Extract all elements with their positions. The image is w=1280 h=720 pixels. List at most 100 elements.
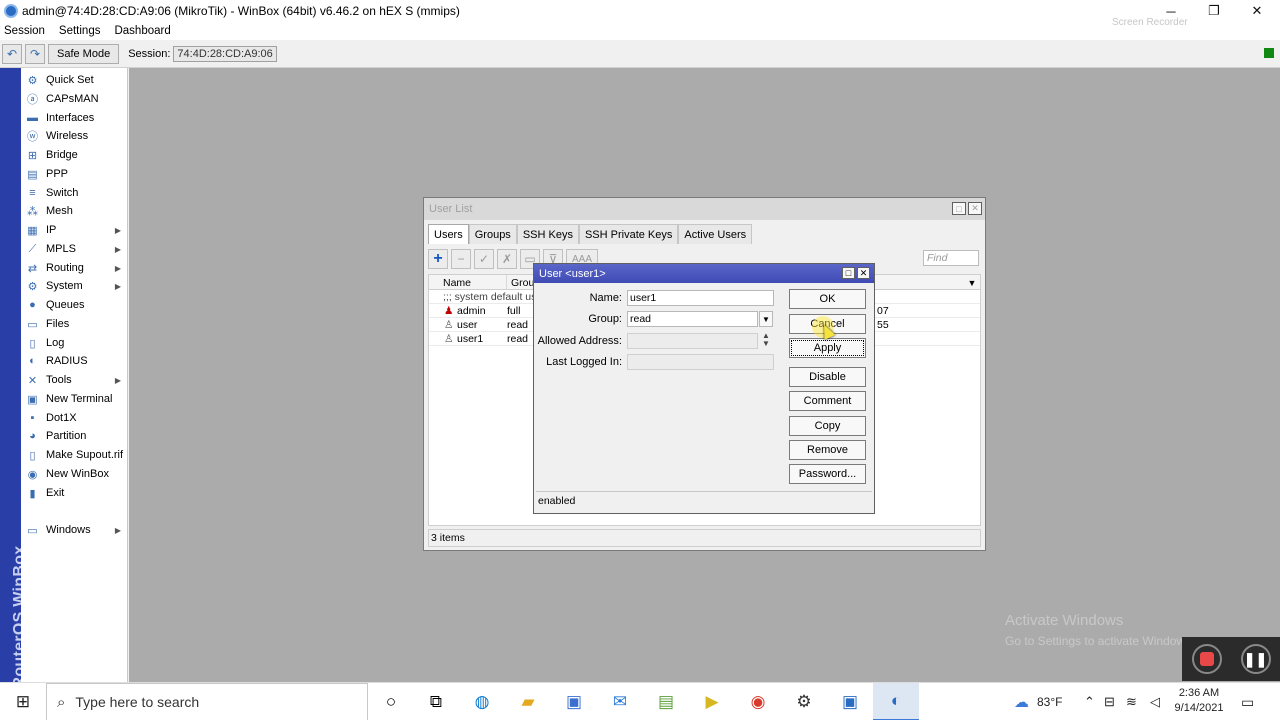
restore-button[interactable]: ❐	[1191, 0, 1237, 22]
close-icon[interactable]: ✕	[968, 202, 982, 215]
submenu-arrow-icon: ▶	[114, 225, 121, 235]
sidebar-item-mesh[interactable]: ⁂ Mesh	[21, 202, 127, 220]
disable-button[interactable]: Disable	[789, 367, 866, 387]
recorder-controls: ❚❚	[1182, 637, 1280, 681]
tab-ssh-private-keys[interactable]: SSH Private Keys	[578, 224, 679, 244]
sidebar-item-ip[interactable]: ▦ IP ▶	[21, 221, 127, 239]
volume-icon[interactable]: ◁	[1150, 683, 1160, 720]
chrome-icon[interactable]: ◉	[735, 683, 781, 720]
maximize-icon[interactable]: □	[842, 267, 855, 279]
submenu-arrow-icon: ▶	[114, 525, 121, 535]
edge-icon[interactable]: ◍	[459, 683, 505, 720]
weather-widget[interactable]: ☁ 83°F	[1014, 683, 1062, 720]
wifi-icon[interactable]: ≋	[1126, 683, 1137, 720]
sidebar-item-dot1x[interactable]: ▪ Dot1X	[21, 409, 127, 427]
copy-button[interactable]: Copy	[789, 416, 866, 436]
sidebar-item-radius[interactable]: ◐ RADIUS	[21, 352, 127, 370]
sidebar-item-make-supout-rif[interactable]: ▯ Make Supout.rif	[21, 446, 127, 464]
cloud-icon: ☁	[1014, 694, 1029, 711]
sidebar-item-quick-set[interactable]: ⚙ Quick Set	[21, 71, 127, 89]
menu-session[interactable]: Session	[4, 25, 45, 37]
sidebar-item-system[interactable]: ⚙ System ▶	[21, 277, 127, 295]
interfaces-icon: ▬	[27, 112, 38, 124]
sidebar-item-routing[interactable]: ⇄ Routing ▶	[21, 259, 127, 277]
sidebar-item-new-winbox[interactable]: ◉ New WinBox	[21, 465, 127, 483]
winbox-taskbar-icon[interactable]: ◐	[873, 683, 919, 720]
sidebar-item-interfaces[interactable]: ▬ Interfaces	[21, 109, 127, 127]
routing-icon: ⇄	[27, 262, 38, 275]
undo-button[interactable]: ↶	[2, 43, 22, 64]
comment-button[interactable]: Comment	[789, 391, 866, 411]
allowed-address-input[interactable]	[627, 333, 758, 349]
stop-recording-button[interactable]	[1191, 644, 1222, 674]
menu-dashboard[interactable]: Dashboard	[114, 25, 170, 37]
title-bar: admin@74:4D:28:CD:A9:06 (MikroTik) - Win…	[0, 0, 1280, 22]
sidebar-item-wireless[interactable]: ⓦ Wireless	[21, 127, 127, 145]
sidebar-item-switch[interactable]: ≡ Switch	[21, 184, 127, 202]
user-dialog-titlebar[interactable]: User <user1> □ ✕	[534, 264, 874, 283]
find-input[interactable]: Find	[923, 250, 979, 266]
submenu-arrow-icon: ▶	[114, 244, 121, 254]
group-dropdown-icon[interactable]: ▼	[759, 311, 773, 327]
sidebar-item-label: Dot1X	[46, 412, 77, 424]
sidebar-item-tools[interactable]: ✕ Tools ▶	[21, 371, 127, 389]
terminal-app-icon[interactable]: ▣	[827, 683, 873, 720]
user-list-titlebar[interactable]: User List □ ✕	[424, 198, 985, 220]
disable-icon[interactable]: ✗	[497, 249, 517, 269]
columns-dropdown-icon[interactable]: ▼	[964, 275, 980, 290]
menu-settings[interactable]: Settings	[59, 25, 101, 37]
add-icon[interactable]: +	[428, 249, 448, 269]
sidebar-item-exit[interactable]: ▮ Exit	[21, 484, 127, 502]
remove-button[interactable]: Remove	[789, 440, 866, 460]
apply-button[interactable]: Apply	[789, 338, 866, 358]
exit-icon: ▮	[29, 487, 36, 500]
pause-recording-button[interactable]: ❚❚	[1240, 644, 1271, 674]
safe-mode-button[interactable]: Safe Mode	[48, 43, 120, 64]
row-name: user1	[457, 333, 484, 345]
sidebar-item-label: Quick Set	[46, 74, 94, 86]
sidebar-item-files[interactable]: ▭ Files	[21, 315, 127, 333]
sidebar-item-bridge[interactable]: ⊞ Bridge	[21, 146, 127, 164]
sidebar-item-new-terminal[interactable]: ▣ New Terminal	[21, 390, 127, 408]
sidebar-item-log[interactable]: ▯ Log	[21, 334, 127, 352]
tab-active-users[interactable]: Active Users	[678, 224, 753, 244]
tab-users[interactable]: Users	[428, 224, 469, 244]
player-icon[interactable]: ▶	[689, 683, 735, 720]
sidebar-item-mpls[interactable]: ⟋ MPLS ▶	[21, 240, 127, 258]
store-icon[interactable]: ▣	[551, 683, 597, 720]
maximize-icon[interactable]: □	[952, 202, 966, 215]
column-name[interactable]: Name	[439, 275, 507, 290]
taskbar-search[interactable]: ⌕ Type here to search	[46, 683, 368, 720]
remove-icon[interactable]: −	[451, 249, 471, 269]
tab-ssh-keys[interactable]: SSH Keys	[516, 224, 579, 244]
image-app-icon[interactable]: ▤	[643, 683, 689, 720]
close-icon[interactable]: ✕	[857, 267, 870, 279]
allowed-address-stepper-icon[interactable]: ▲ ▼	[762, 332, 770, 348]
sidebar-item-label: New WinBox	[46, 468, 109, 480]
name-input[interactable]: user1	[627, 290, 774, 306]
cortana-icon[interactable]: ○	[368, 683, 414, 720]
tray-chevron-icon[interactable]: ⌃	[1084, 683, 1095, 720]
ppp-icon: ▤	[27, 168, 38, 181]
redo-button[interactable]: ↷	[25, 43, 45, 64]
tab-groups[interactable]: Groups	[468, 224, 517, 244]
network-icon[interactable]: ⊟	[1104, 683, 1115, 720]
sidebar-item-capsman[interactable]: ⓐ CAPsMAN	[21, 90, 127, 108]
group-select[interactable]: read	[627, 311, 758, 327]
wireless-icon: ⓦ	[27, 131, 38, 143]
mail-icon[interactable]: ✉	[597, 683, 643, 720]
sidebar-item-queues[interactable]: ● Queues	[21, 296, 127, 314]
ok-button[interactable]: OK	[789, 289, 866, 309]
clock[interactable]: 2:36 AM 9/14/2021	[1168, 686, 1230, 716]
enable-icon[interactable]: ✓	[474, 249, 494, 269]
file-explorer-icon[interactable]: ▰	[505, 683, 551, 720]
start-button[interactable]: ⊞	[0, 683, 46, 720]
sidebar-item-windows[interactable]: ▭ Windows ▶	[21, 521, 127, 539]
sidebar-item-partition[interactable]: ◕ Partition	[21, 427, 127, 445]
password-button[interactable]: Password...	[789, 464, 866, 484]
sidebar-item-ppp[interactable]: ▤ PPP	[21, 165, 127, 183]
settings-gear-icon[interactable]: ⚙	[781, 683, 827, 720]
notifications-icon[interactable]: ▭	[1241, 683, 1254, 720]
task-view-icon[interactable]: ⧉	[413, 683, 459, 720]
close-button[interactable]: ✕	[1234, 0, 1280, 22]
